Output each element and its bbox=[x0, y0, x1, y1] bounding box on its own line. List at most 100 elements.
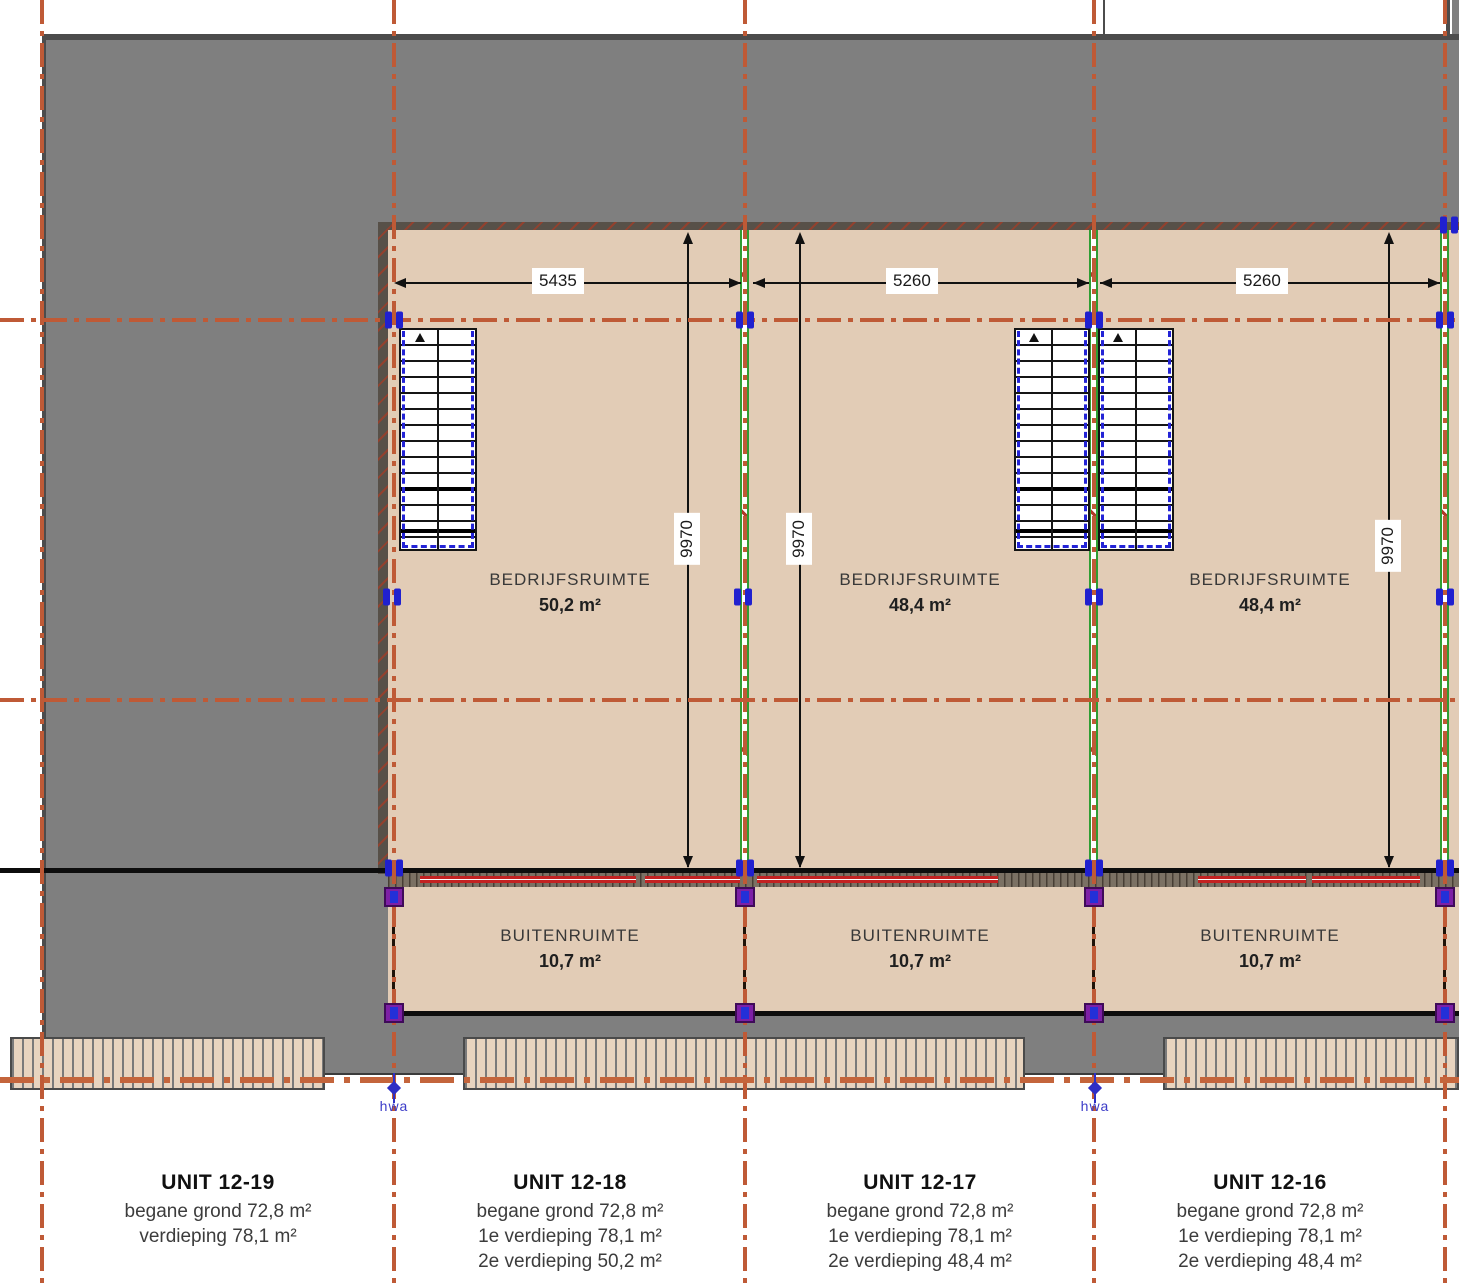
unit-area-line: begane grond 72,8 m² bbox=[1100, 1199, 1440, 1224]
room-label: BUITENRUIMTE bbox=[1200, 926, 1340, 946]
column-post bbox=[735, 887, 755, 907]
survey-marker-icon bbox=[385, 312, 403, 329]
dimension-arrow-icon bbox=[729, 278, 741, 288]
stair bbox=[1098, 328, 1174, 551]
hwa-drain-icon bbox=[385, 1079, 403, 1097]
exterior-wall-top bbox=[378, 222, 1459, 230]
unit-title: UNIT 12-18 bbox=[400, 1170, 740, 1196]
room-area: 50,2 m² bbox=[539, 595, 601, 616]
floor-plan-drawing: 5435 5260 5260 9970 9970 9970 BEDRIJFSRU… bbox=[0, 0, 1459, 1287]
dimension-arrow-icon bbox=[683, 856, 693, 868]
unit-info: UNIT 12-16 begane grond 72,8 m² 1e verdi… bbox=[1100, 1170, 1440, 1274]
survey-marker-icon bbox=[1436, 589, 1454, 606]
railing-red-segment bbox=[420, 876, 636, 883]
unit-area-line: 1e verdieping 78,1 m² bbox=[750, 1224, 1090, 1249]
unit-area-line: 2e verdieping 48,4 m² bbox=[750, 1249, 1090, 1274]
dimension-arrow-icon bbox=[683, 232, 693, 244]
grid-line-vertical bbox=[1443, 0, 1447, 1287]
hwa-label: hwa bbox=[1081, 1098, 1110, 1114]
survey-marker-icon bbox=[1085, 860, 1103, 877]
stair-overhead-dashed bbox=[1017, 331, 1087, 548]
survey-marker-icon bbox=[383, 589, 401, 606]
unit-area-line: begane grond 72,8 m² bbox=[750, 1199, 1090, 1224]
dimension-arrow-icon bbox=[1384, 232, 1394, 244]
dimension-arrow-icon bbox=[1077, 278, 1089, 288]
outdoor-front-line bbox=[388, 1011, 1459, 1016]
dimension-label: 5260 bbox=[886, 268, 938, 294]
roof-seam-line bbox=[1103, 0, 1105, 36]
unit-area-line: 1e verdieping 78,1 m² bbox=[1100, 1224, 1440, 1249]
room-label: BUITENRUIMTE bbox=[500, 926, 640, 946]
unit-area-line: begane grond 72,8 m² bbox=[400, 1199, 740, 1224]
dimension-arrow-icon bbox=[795, 856, 805, 868]
stair bbox=[1014, 328, 1090, 551]
unit-area-line: verdieping 78,1 m² bbox=[48, 1224, 388, 1249]
survey-marker-icon bbox=[736, 860, 754, 877]
grid-line-horizontal bbox=[0, 1077, 1459, 1083]
dimension-label: 9970 bbox=[786, 513, 812, 565]
unit-info: UNIT 12-17 begane grond 72,8 m² 1e verdi… bbox=[750, 1170, 1090, 1274]
survey-marker-icon bbox=[736, 312, 754, 329]
survey-marker-icon bbox=[734, 589, 752, 606]
room-label: BEDRIJFSRUIMTE bbox=[839, 570, 1000, 590]
room-area: 10,7 m² bbox=[889, 951, 951, 972]
railing-red-segment bbox=[645, 876, 740, 883]
railing-red-segment bbox=[1198, 876, 1306, 883]
grid-line-vertical bbox=[743, 0, 747, 1287]
dimension-arrow-icon bbox=[795, 232, 805, 244]
dimension-label: 9970 bbox=[674, 513, 700, 565]
survey-marker-icon bbox=[385, 860, 403, 877]
unit-title: UNIT 12-19 bbox=[48, 1170, 388, 1196]
unit-area-line: begane grond 72,8 m² bbox=[48, 1199, 388, 1224]
stair-overhead-dashed bbox=[1101, 331, 1171, 548]
stair-direction-arrow-icon bbox=[1113, 333, 1123, 342]
unit-info: UNIT 12-19 begane grond 72,8 m² verdiepi… bbox=[48, 1170, 388, 1249]
unit-area-line: 1e verdieping 78,1 m² bbox=[400, 1224, 740, 1249]
column-post bbox=[1435, 887, 1455, 907]
survey-marker-icon bbox=[1085, 589, 1103, 606]
dimension-arrow-icon bbox=[1384, 856, 1394, 868]
hwa-label: hwa bbox=[380, 1098, 409, 1114]
hwa-drain-icon bbox=[1086, 1079, 1104, 1097]
dimension-arrow-icon bbox=[753, 278, 765, 288]
unit-area-line: 2e verdieping 50,2 m² bbox=[400, 1249, 740, 1274]
stair-overhead-dashed bbox=[402, 331, 474, 548]
column-post bbox=[735, 1003, 755, 1023]
floor-area bbox=[388, 230, 1459, 870]
room-area: 48,4 m² bbox=[1239, 595, 1301, 616]
unit-title: UNIT 12-17 bbox=[750, 1170, 1090, 1196]
dimension-arrow-icon bbox=[1428, 278, 1440, 288]
column-post bbox=[384, 1003, 404, 1023]
railing-red-segment bbox=[1312, 876, 1420, 883]
column-post bbox=[1084, 1003, 1104, 1023]
grid-line-horizontal bbox=[0, 698, 1459, 702]
railing-red-segment bbox=[757, 876, 998, 883]
unit-info: UNIT 12-18 begane grond 72,8 m² 1e verdi… bbox=[400, 1170, 740, 1274]
grid-line-vertical bbox=[40, 0, 44, 1287]
room-label: BEDRIJFSRUIMTE bbox=[489, 570, 650, 590]
column-post bbox=[1435, 1003, 1455, 1023]
stair-direction-arrow-icon bbox=[415, 333, 425, 342]
survey-marker-icon bbox=[1085, 312, 1103, 329]
unit-area-line: 2e verdieping 48,4 m² bbox=[1100, 1249, 1440, 1274]
room-area: 10,7 m² bbox=[539, 951, 601, 972]
room-area: 10,7 m² bbox=[1239, 951, 1301, 972]
room-label: BEDRIJFSRUIMTE bbox=[1189, 570, 1350, 590]
grid-line-horizontal bbox=[0, 318, 1459, 322]
unit-title: UNIT 12-16 bbox=[1100, 1170, 1440, 1196]
column-post bbox=[384, 887, 404, 907]
room-label: BUITENRUIMTE bbox=[850, 926, 990, 946]
survey-marker-icon bbox=[1436, 312, 1454, 329]
building-top-edge bbox=[44, 34, 1459, 40]
survey-marker-icon bbox=[1440, 217, 1458, 234]
dimension-arrow-icon bbox=[1100, 278, 1112, 288]
room-area: 48,4 m² bbox=[889, 595, 951, 616]
dimension-label: 5435 bbox=[532, 268, 584, 294]
outdoor-area bbox=[388, 887, 1459, 1011]
survey-marker-icon bbox=[1436, 860, 1454, 877]
dimension-label: 5260 bbox=[1236, 268, 1288, 294]
stair bbox=[399, 328, 477, 551]
stair-direction-arrow-icon bbox=[1029, 333, 1039, 342]
column-post bbox=[1084, 887, 1104, 907]
dimension-label: 9970 bbox=[1375, 520, 1401, 572]
